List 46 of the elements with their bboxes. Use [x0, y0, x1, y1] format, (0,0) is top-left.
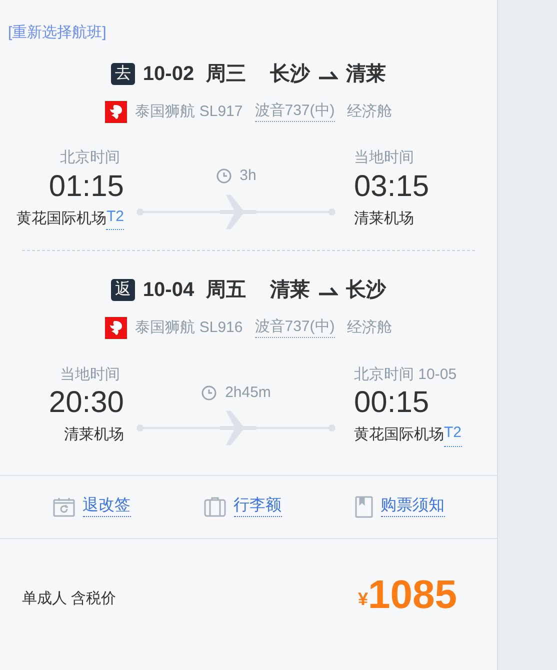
time-zone-label: 当地时间 [60, 364, 121, 384]
route-destination: 清莱 [346, 62, 386, 86]
book-icon [354, 496, 372, 518]
flight-duration: 2h45m [225, 382, 271, 402]
airport-name: 清莱机场 [64, 425, 124, 445]
terminal-link[interactable]: T2 [106, 208, 124, 230]
info-link[interactable]: 行李额 [234, 496, 282, 517]
flight-weekday: 周五 [206, 278, 246, 303]
airline-flight-number: 泰国狮航 SL917 [135, 102, 243, 122]
time-zone-label: 北京时间 [60, 148, 121, 168]
suitcase-icon [204, 496, 226, 516]
route-destination: 长沙 [346, 278, 386, 303]
info-link[interactable]: 购票须知 [380, 496, 444, 517]
departure-time: 20:30 [48, 386, 124, 420]
cabin-class: 经济舱 [346, 102, 392, 122]
info-link[interactable]: 退改签 [82, 496, 130, 517]
flight-date: 10-04 [142, 278, 194, 303]
airport-name: 黄花国际机场 [16, 208, 106, 228]
aircraft-type[interactable]: 波音737(中) [254, 102, 335, 122]
time-zone-label: 当地时间 [354, 148, 414, 168]
airport-name: 清莱机场 [354, 208, 414, 228]
flight-date: 10-02 [142, 62, 194, 86]
trip-badge: 返 [110, 279, 135, 301]
flight-weekday: 周三 [206, 62, 246, 86]
departure-time: 01:15 [48, 170, 124, 204]
aircraft-type[interactable]: 波音737(中) [254, 318, 335, 338]
flight-duration: 3h [240, 166, 256, 186]
trip-badge: 去 [110, 62, 135, 84]
price-amount: 1085 [368, 574, 457, 614]
calendar-icon [52, 496, 74, 516]
price-label: 单成人 含税价 [22, 589, 116, 609]
currency-symbol: ¥ [358, 588, 368, 610]
airline-flight-number: 泰国狮航 SL916 [135, 318, 243, 338]
airport-name: 黄花国际机场 [354, 425, 444, 445]
arrival-time: 03:15 [354, 170, 430, 204]
airline-logo-icon [105, 317, 128, 340]
terminal-link[interactable]: T2 [444, 424, 462, 446]
route-origin: 长沙 [270, 62, 310, 86]
reselect-flight-link[interactable]: [重新选择航班] [8, 22, 106, 44]
clock-icon [201, 384, 218, 401]
airline-logo-icon [105, 100, 128, 123]
time-zone-label: 北京时间 10-05 [354, 364, 457, 384]
arrival-time: 00:15 [354, 386, 430, 420]
cabin-class: 经济舱 [346, 318, 392, 338]
clock-icon [216, 168, 232, 184]
route-origin: 清莱 [270, 278, 310, 303]
